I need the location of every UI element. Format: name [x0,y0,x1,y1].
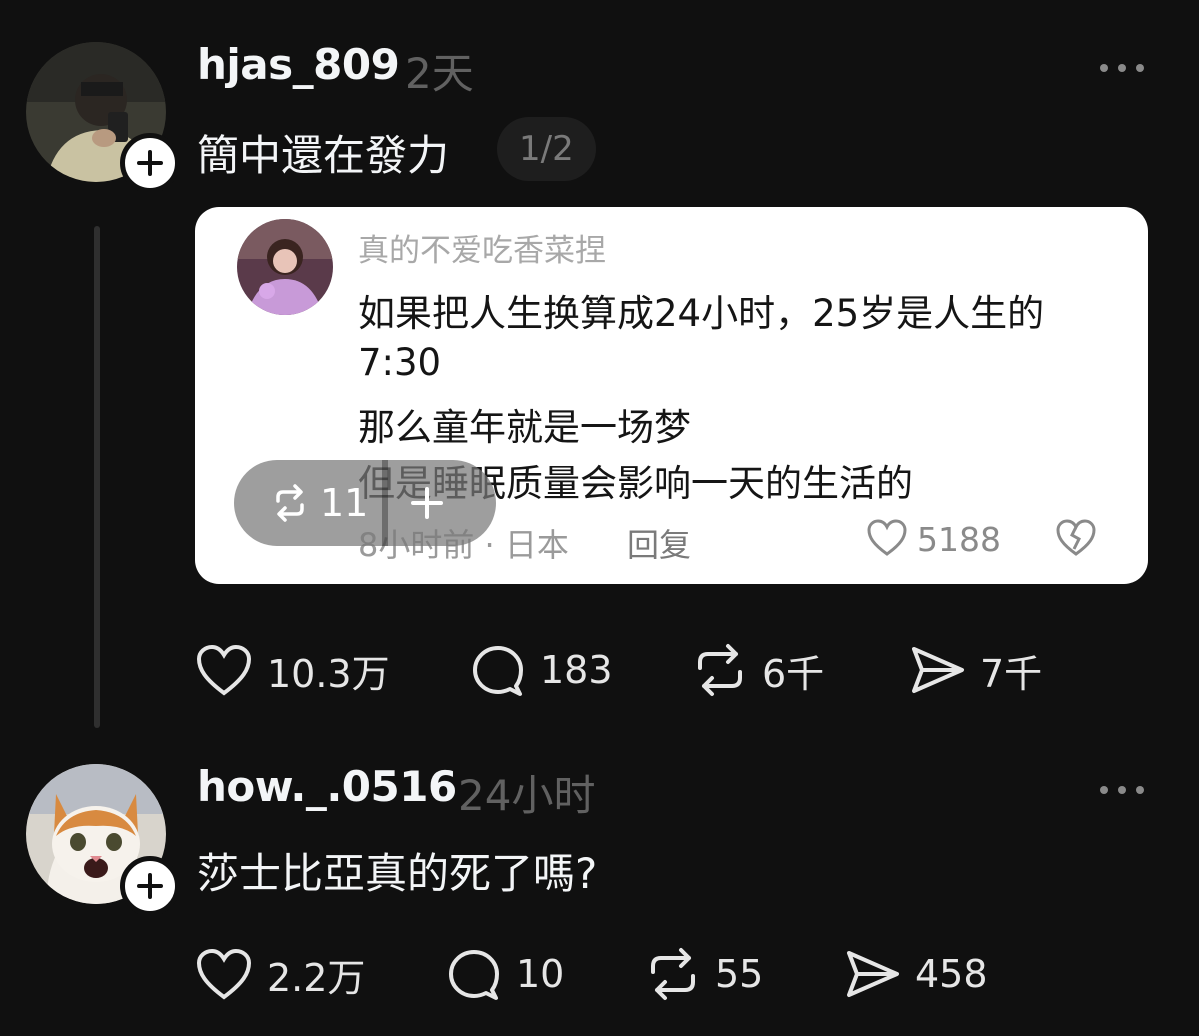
embed-text-line-3: 那么童年就是一场梦 [358,406,691,449]
post-time: 2天 [405,49,474,98]
repost-icon [651,948,695,1000]
plus-icon[interactable] [410,486,444,520]
username[interactable]: how._.0516 [197,762,457,811]
post-text: 莎士比亞真的死了嗎? [197,849,598,898]
share-count: 7千 [980,651,1043,696]
share-button[interactable]: 7千 [908,640,1042,700]
like-count: 2.2万 [267,955,366,1000]
broken-heart-icon [1056,519,1096,556]
repost-icon [698,644,742,696]
embed-username: 真的不爱吃香菜捏 [358,233,606,269]
like-count: 10.3万 [267,651,390,696]
post-text: 簡中還在發力 [197,131,450,180]
send-icon [912,647,964,693]
girl-photo-avatar-icon [237,219,333,315]
heart-icon [196,644,252,696]
comment-icon [473,646,523,696]
embed-text-line-1: 如果把人生换算成24小时，25岁是人生的 [358,292,1045,335]
comment-button[interactable]: 10 [446,944,564,1004]
overlay-repost-count: 11 [320,481,369,525]
follow-button[interactable] [120,856,180,916]
embed-like-count: 5188 [917,520,1001,559]
plus-icon [137,150,163,176]
post-time: 24小时 [458,771,596,820]
thread-line [94,226,100,728]
embed-text-line-2: 7:30 [358,341,442,384]
more-options-icon[interactable] [1098,782,1146,798]
plus-icon [137,873,163,899]
share-button[interactable]: 458 [843,944,988,1004]
comment-count: 183 [540,648,613,692]
share-count: 458 [915,952,988,996]
post-2: how._.0516 24小时 莎士比亞真的死了嗎? 2.2万 10 55 45… [0,750,1199,1036]
more-options-icon[interactable] [1098,60,1146,76]
embed-avatar [237,219,333,315]
like-button[interactable]: 10.3万 [195,640,390,700]
repost-count: 6千 [762,651,825,696]
heart-icon [867,519,907,556]
embed-reply: 回复 [627,526,692,564]
follow-button[interactable] [120,133,180,193]
repost-button[interactable]: 55 [645,944,763,1004]
send-icon [847,951,899,997]
like-button[interactable]: 2.2万 [195,944,365,1004]
username[interactable]: hjas_809 [197,40,400,89]
heart-icon [196,948,252,1000]
post-1: hjas_809 2天 簡中還在發力 1/2 真的不爱吃香菜捏 如果把人生换算成… [0,0,1199,750]
overlay-repost-pill[interactable]: 11 [234,460,496,546]
page-indicator: 1/2 [497,117,596,181]
repost-icon [276,484,304,522]
repost-button[interactable]: 6千 [692,640,824,700]
comment-count: 10 [516,952,565,996]
comment-button[interactable]: 183 [470,640,613,700]
overlay-divider [382,460,389,546]
repost-count: 55 [715,952,764,996]
comment-icon [449,950,499,1000]
